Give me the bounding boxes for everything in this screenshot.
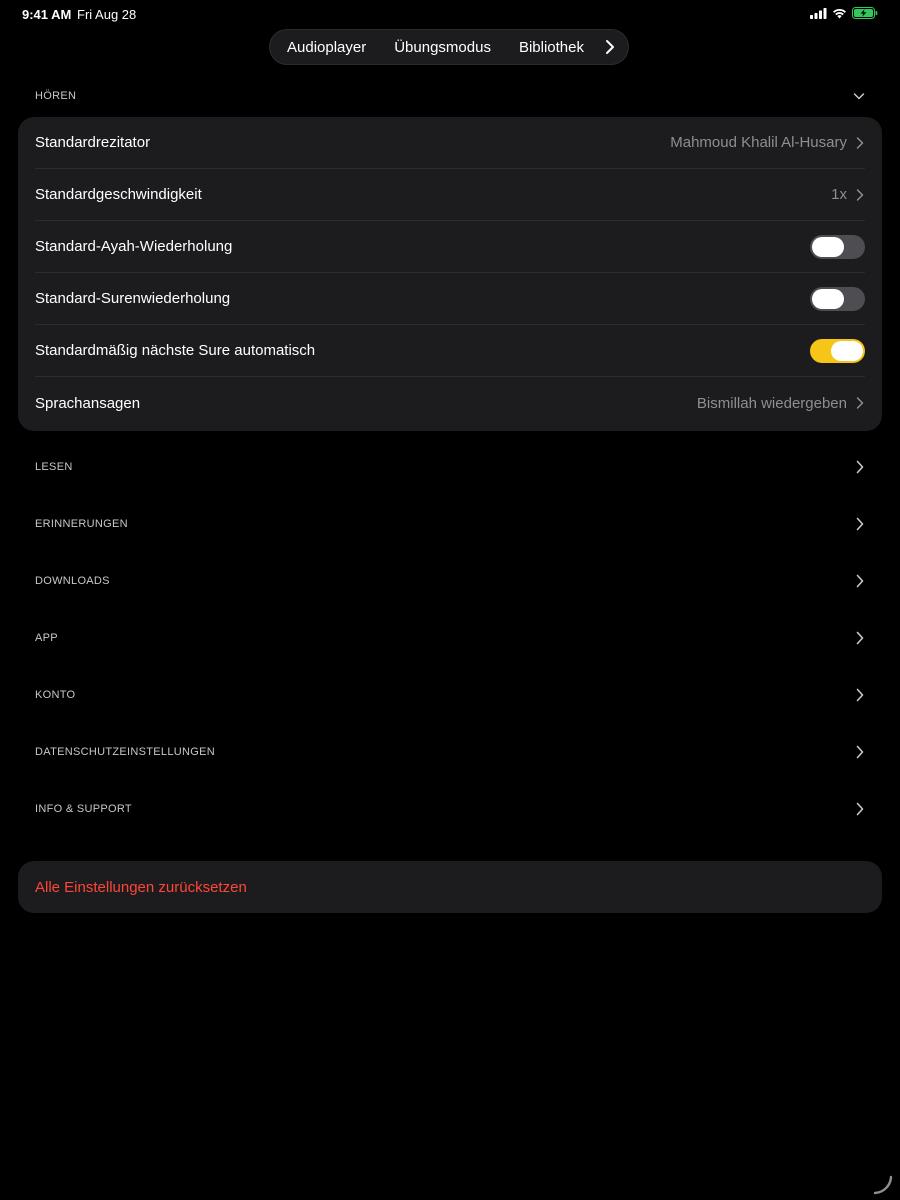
toggle-knob bbox=[831, 340, 863, 361]
section-label: APP bbox=[35, 632, 58, 644]
nav-item-audioplayer[interactable]: Audioplayer bbox=[287, 39, 366, 56]
row-standardgeschwindigkeit[interactable]: Standardgeschwindigkeit 1x bbox=[35, 169, 865, 221]
chevron-right-icon bbox=[856, 136, 864, 149]
row-label: Sprachansagen bbox=[35, 394, 141, 412]
battery-charging-icon bbox=[852, 7, 878, 19]
section-label: DATENSCHUTZEINSTELLUNGEN bbox=[35, 746, 215, 758]
row-label: Standardmäßig nächste Sure automatisch bbox=[35, 342, 316, 359]
chevron-right-icon bbox=[856, 188, 864, 201]
toggle-knob bbox=[812, 288, 844, 309]
section-label: LESEN bbox=[35, 461, 73, 473]
section-label: INFO & SUPPORT bbox=[35, 803, 132, 815]
top-navigation: Audioplayer Übungsmodus Bibliothek bbox=[269, 29, 629, 65]
section-app[interactable]: APP bbox=[35, 628, 865, 648]
chevron-right-icon bbox=[856, 688, 864, 702]
section-label: ERINNERUNGEN bbox=[35, 518, 128, 530]
corner-resize-indicator-icon bbox=[873, 1175, 893, 1195]
chevron-right-icon[interactable] bbox=[602, 39, 618, 55]
reset-label: Alle Einstellungen zurücksetzen bbox=[35, 878, 247, 896]
section-konto[interactable]: KONTO bbox=[35, 685, 865, 705]
row-value: 1x bbox=[831, 186, 847, 203]
wifi-icon bbox=[833, 8, 846, 18]
nav-item-uebungsmodus[interactable]: Übungsmodus bbox=[394, 39, 491, 56]
row-label: Standardgeschwindigkeit bbox=[35, 186, 202, 203]
status-bar: 9:41 AM Fri Aug 28 bbox=[0, 0, 900, 28]
row-label: Standard-Ayah-Wiederholung bbox=[35, 238, 233, 255]
status-time: 9:41 AM bbox=[22, 7, 72, 22]
reset-all-settings-button[interactable]: Alle Einstellungen zurücksetzen bbox=[18, 861, 882, 913]
status-icons bbox=[810, 7, 878, 19]
toggle-knob bbox=[812, 236, 844, 257]
auto-next-surah-toggle[interactable] bbox=[810, 338, 865, 363]
ayah-repeat-toggle[interactable] bbox=[810, 234, 865, 259]
chevron-right-icon bbox=[856, 517, 864, 531]
surah-repeat-toggle[interactable] bbox=[810, 286, 865, 311]
row-label: Standard-Surenwiederholung bbox=[35, 290, 231, 307]
cellular-signal-icon bbox=[810, 7, 827, 19]
nav-item-bibliothek[interactable]: Bibliothek bbox=[519, 39, 584, 56]
section-erinnerungen[interactable]: ERINNERUNGEN bbox=[35, 514, 865, 534]
section-header-hoeren[interactable]: HÖREN bbox=[35, 86, 865, 106]
chevron-right-icon bbox=[856, 631, 864, 645]
section-info-support[interactable]: INFO & SUPPORT bbox=[35, 799, 865, 819]
status-date: Fri Aug 28 bbox=[77, 7, 137, 22]
chevron-right-icon bbox=[856, 802, 864, 816]
row-ayah-wiederholung: Standard-Ayah-Wiederholung bbox=[35, 221, 865, 273]
row-sprachansagen[interactable]: Sprachansagen Bismillah wiedergeben bbox=[35, 377, 865, 429]
section-label: KONTO bbox=[35, 689, 76, 701]
chevron-right-icon bbox=[856, 574, 864, 588]
section-datenschutzeinstellungen[interactable]: DATENSCHUTZEINSTELLUNGEN bbox=[35, 742, 865, 762]
chevron-right-icon bbox=[856, 397, 864, 409]
section-lesen[interactable]: LESEN bbox=[35, 457, 865, 477]
row-standardrezitator[interactable]: Standardrezitator Mahmoud Khalil Al-Husa… bbox=[35, 117, 865, 169]
section-downloads[interactable]: DOWNLOADS bbox=[35, 571, 865, 591]
chevron-right-icon bbox=[856, 460, 864, 474]
section-label: HÖREN bbox=[35, 90, 77, 102]
row-value: Mahmoud Khalil Al-Husary bbox=[670, 134, 847, 151]
row-surenwiederholung: Standard-Surenwiederholung bbox=[35, 273, 865, 325]
listening-settings-card: Standardrezitator Mahmoud Khalil Al-Husa… bbox=[18, 117, 882, 431]
section-label: DOWNLOADS bbox=[35, 575, 110, 587]
row-auto-next-surah: Standardmäßig nächste Sure automatisch bbox=[35, 325, 865, 377]
chevron-right-icon bbox=[856, 745, 864, 759]
row-value: Bismillah wiedergeben bbox=[696, 394, 847, 412]
chevron-down-icon bbox=[853, 93, 865, 100]
row-label: Standardrezitator bbox=[35, 134, 151, 151]
